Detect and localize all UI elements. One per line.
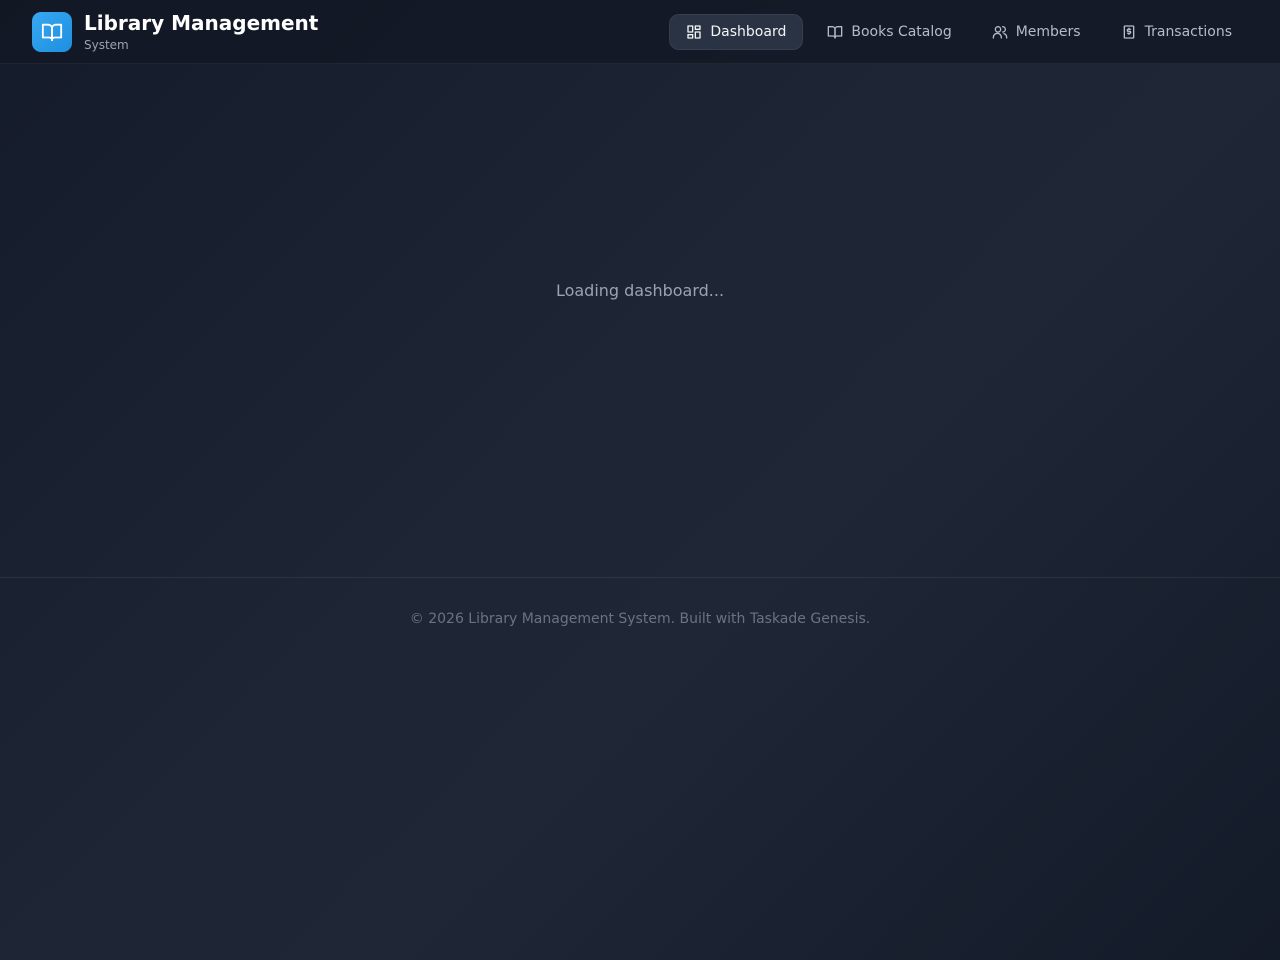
footer-divider — [0, 577, 1280, 578]
footer-text: © 2026 Library Management System. Built … — [409, 611, 871, 627]
brand[interactable]: Library Management System — [32, 11, 319, 53]
book-open-icon — [32, 12, 72, 52]
app-title: Library Management — [84, 11, 319, 35]
nav-transactions[interactable]: Transactions — [1105, 14, 1248, 50]
book-open-icon — [827, 24, 843, 40]
top-header: Library Management System Dashboard Book… — [0, 0, 1280, 64]
nav-dashboard[interactable]: Dashboard — [669, 14, 804, 50]
nav-transactions-label: Transactions — [1144, 24, 1232, 40]
users-icon — [992, 24, 1008, 40]
nav-members[interactable]: Members — [976, 14, 1097, 50]
brand-text: Library Management System — [84, 11, 319, 53]
app-subtitle: System — [84, 38, 129, 52]
nav-books-catalog[interactable]: Books Catalog — [811, 14, 967, 50]
main-nav: Dashboard Books Catalog Members Transact… — [661, 14, 1248, 50]
loading-text: Loading dashboard... — [555, 281, 725, 300]
nav-dashboard-label: Dashboard — [710, 24, 787, 40]
nav-members-label: Members — [1015, 24, 1081, 40]
layout-dashboard-icon — [686, 24, 702, 40]
nav-books-catalog-label: Books Catalog — [851, 24, 952, 40]
receipt-icon — [1121, 24, 1137, 40]
